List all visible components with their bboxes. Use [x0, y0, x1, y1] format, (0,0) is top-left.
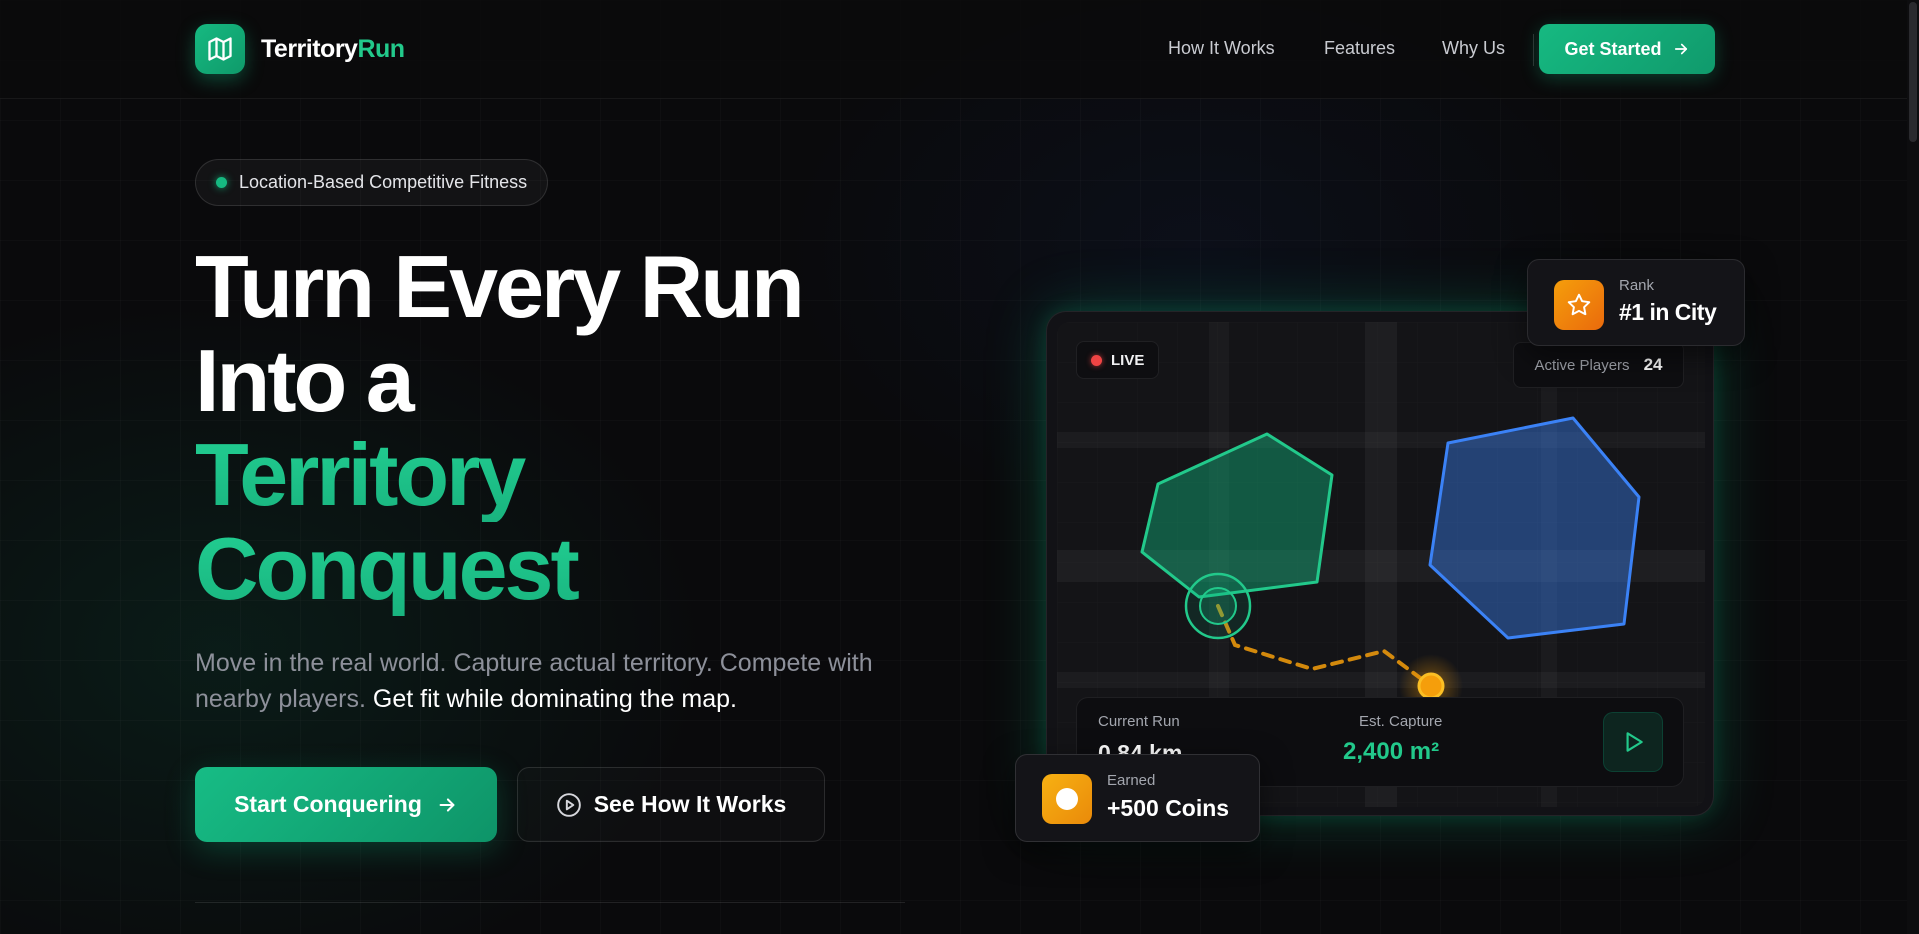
start-conquering-button[interactable]: Start Conquering [195, 767, 497, 842]
active-players-value: 24 [1643, 355, 1663, 374]
earned-label: Earned [1107, 772, 1156, 789]
see-how-it-works-button[interactable]: See How It Works [517, 767, 825, 842]
est-capture-label: Est. Capture [1359, 713, 1443, 730]
brand-name-part1: Territory [261, 34, 358, 63]
runner-position-marker [1417, 672, 1445, 700]
nav-link-why-us[interactable]: Why Us [1442, 38, 1505, 59]
play-run-button[interactable] [1603, 712, 1663, 772]
status-dot-icon [216, 177, 227, 188]
nav-divider [1533, 34, 1534, 66]
headline-line-3: Territory [195, 428, 895, 522]
nav-link-how-it-works[interactable]: How It Works [1168, 38, 1275, 59]
current-run-label: Current Run [1098, 713, 1180, 730]
brand-logo[interactable]: TerritoryRun [195, 24, 405, 74]
see-how-it-works-label: See How It Works [593, 791, 787, 817]
hero-badge: Location-Based Competitive Fitness [195, 159, 549, 206]
rank-label: Rank [1619, 277, 1655, 294]
headline-line-4: Conquest [195, 522, 895, 616]
get-started-label: Get Started [1564, 38, 1662, 59]
arrow-right-icon [439, 797, 455, 812]
active-players-widget: Active Players 24 [1513, 342, 1684, 388]
headline-line-1: Turn Every Run [195, 237, 805, 336]
brand-name-part2: Run [357, 34, 405, 63]
map-icon [195, 24, 245, 74]
hero-subtitle: Move in the real world. Capture actual t… [195, 645, 915, 717]
star-icon [1554, 280, 1604, 330]
get-started-button[interactable]: Get Started [1539, 24, 1715, 74]
rank-card: Rank #1 in City [1527, 259, 1745, 346]
section-divider [195, 902, 905, 903]
arrow-right-icon [1674, 43, 1687, 55]
live-dot-icon [1091, 354, 1102, 366]
top-navigation: TerritoryRun How It Works Features Why U… [0, 0, 1919, 99]
live-indicator: LIVE [1076, 341, 1160, 379]
coin-icon [1042, 774, 1092, 824]
active-players-label: Active Players [1534, 356, 1630, 374]
scrollbar-thumb[interactable] [1909, 2, 1917, 142]
nav-link-features[interactable]: Features [1324, 38, 1395, 59]
earned-value: +500 Coins [1107, 795, 1230, 821]
hero-subtitle-highlight: Get fit while dominating the map. [372, 685, 737, 713]
start-point-ring-inner [1199, 587, 1237, 625]
hero-badge-label: Location-Based Competitive Fitness [239, 172, 528, 192]
brand-name: TerritoryRun [261, 35, 405, 64]
start-conquering-label: Start Conquering [234, 791, 422, 817]
play-icon [1626, 732, 1643, 752]
play-circle-icon [556, 792, 581, 817]
live-label: LIVE [1111, 351, 1145, 369]
headline-line-2: Into a [195, 331, 415, 430]
hero-headline: Turn Every Run Into a Territory Conquest [195, 240, 895, 616]
page-scrollbar[interactable] [1907, 0, 1919, 934]
rank-value: #1 in City [1619, 299, 1717, 325]
earned-coins-card: Earned +500 Coins [1015, 754, 1260, 842]
est-capture-value: 2,400 m² [1343, 738, 1440, 765]
